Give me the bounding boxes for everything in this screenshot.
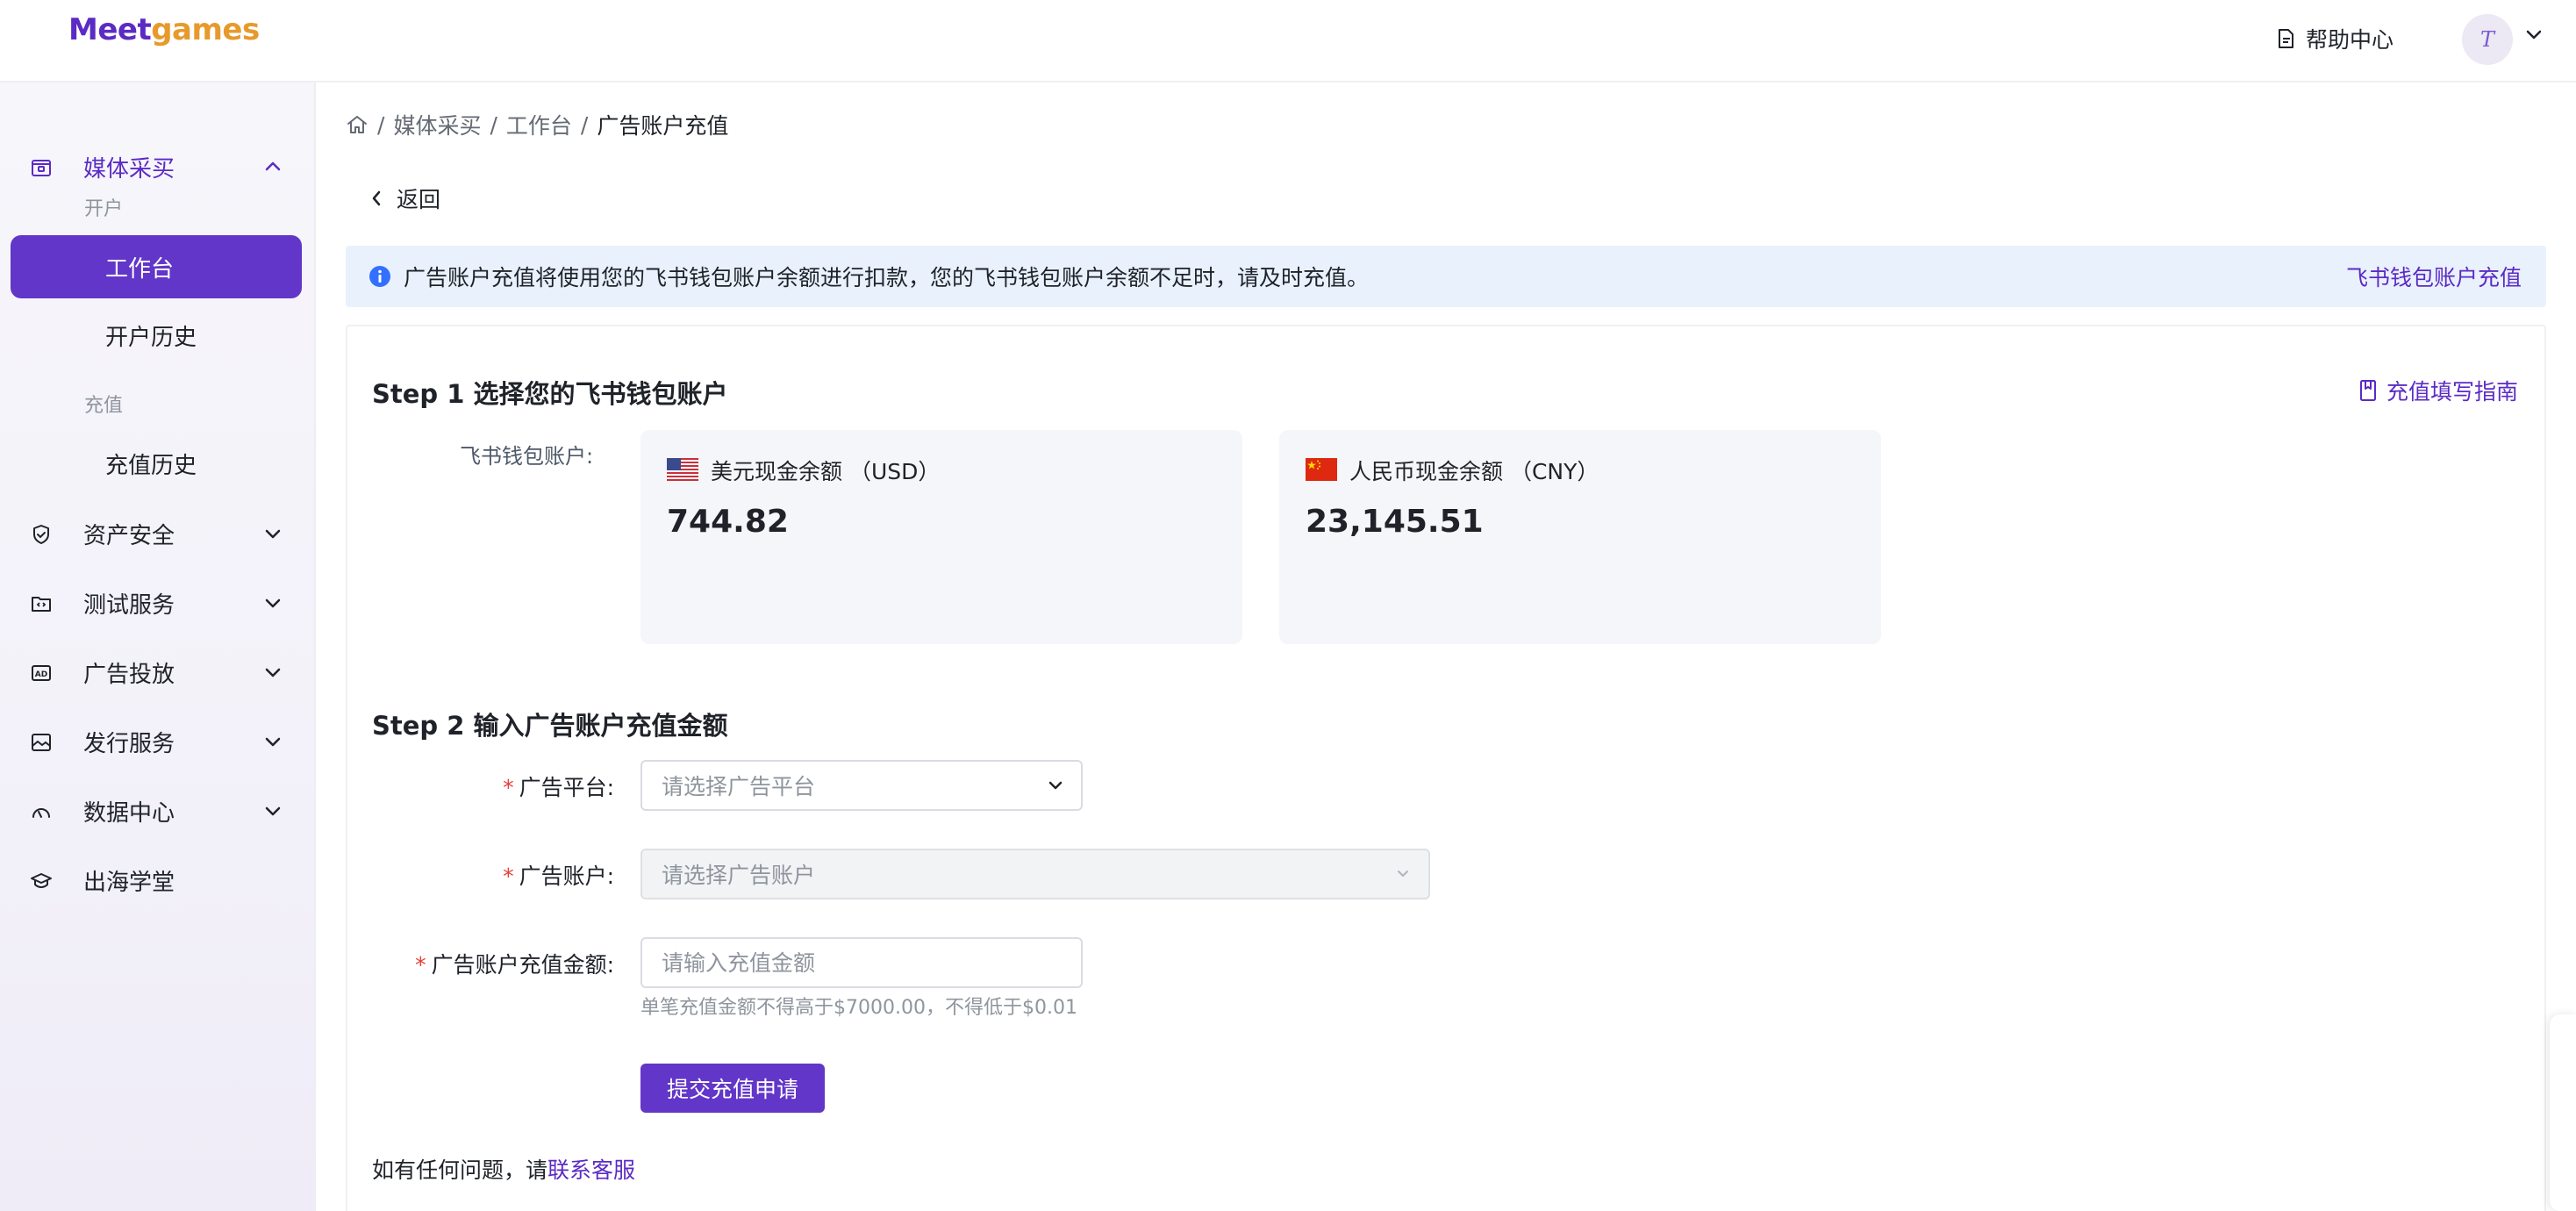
sidebar-item-label: 测试服务 — [83, 591, 175, 619]
sidebar-item-label: 充值历史 — [105, 452, 197, 479]
ad-account-label: * 广告账户: — [351, 859, 614, 891]
ad-platform-label-text: 广告平台: — [519, 775, 614, 800]
breadcrumb-separator: / — [580, 111, 589, 138]
breadcrumb-item-media-buying[interactable]: 媒体采买 — [393, 109, 481, 140]
usd-balance-value: 744.82 — [667, 504, 789, 540]
help-center-link[interactable]: 帮助中心 — [2276, 21, 2394, 56]
sidebar-item-workbench[interactable]: 工作台 — [11, 235, 302, 298]
chevron-down-icon — [1395, 868, 1411, 880]
ad-account-placeholder: 请选择广告账户 — [662, 863, 816, 888]
sidebar-item-test-service[interactable]: 测试服务 — [0, 577, 316, 629]
usd-balance-name: 美元现金余额 （USD） — [711, 459, 941, 484]
shield-icon — [30, 523, 53, 546]
back-button[interactable]: 返回 — [370, 181, 440, 216]
image-frame-icon — [30, 731, 53, 754]
logo-text-part2: games — [151, 12, 260, 47]
home-icon[interactable] — [346, 114, 369, 135]
required-mark: * — [503, 775, 514, 800]
us-flag-icon — [667, 458, 698, 481]
sidebar-item-media-buying[interactable]: 媒体采买 — [0, 140, 316, 193]
notice-text: 广告账户充值将使用您的飞书钱包账户余额进行扣款，您的飞书钱包账户余额不足时，请及… — [404, 265, 1370, 290]
sidebar-item-label: 开户历史 — [105, 324, 197, 351]
ad-account-label-text: 广告账户: — [519, 863, 614, 889]
sidebar-item-publish-service[interactable]: 发行服务 — [0, 715, 316, 768]
avatar[interactable]: T — [2462, 14, 2513, 65]
folder-code-icon — [30, 592, 53, 615]
recharge-guide-label: 充值填写指南 — [2386, 379, 2519, 405]
recharge-amount-input[interactable] — [640, 937, 1083, 988]
cny-balance-name: 人民币现金余额 （CNY） — [1349, 459, 1599, 484]
usd-balance-card[interactable]: 美元现金余额 （USD） 744.82 — [640, 430, 1242, 644]
ad-platform-placeholder: 请选择广告平台 — [662, 774, 816, 799]
sidebar-item-label: 发行服务 — [83, 730, 175, 757]
submit-label: 提交充值申请 — [666, 1077, 798, 1102]
sidebar-item-label: 数据中心 — [83, 799, 175, 827]
contact-note-prefix: 如有任何问题，请 — [372, 1157, 548, 1183]
bookmark-icon — [2358, 379, 2378, 402]
back-label: 返回 — [397, 187, 441, 212]
sidebar-item-academy[interactable]: 出海学堂 — [0, 854, 316, 906]
chevron-down-icon[interactable] — [2525, 29, 2543, 41]
menu-group-open-account: 开户 — [84, 198, 124, 220]
sidebar-item-open-history[interactable]: 开户历史 — [11, 304, 302, 367]
breadcrumb-item-workbench[interactable]: 工作台 — [506, 109, 572, 140]
document-icon — [2276, 28, 2295, 49]
breadcrumb-separator: / — [377, 111, 385, 138]
sidebar-item-label: 媒体采买 — [83, 155, 175, 183]
gauge-icon — [30, 800, 53, 823]
avatar-letter: T — [2479, 27, 2494, 52]
media-cart-icon — [30, 156, 53, 179]
sidebar-item-recharge-history[interactable]: 充值历史 — [11, 432, 302, 495]
logo[interactable]: Meet games — [68, 12, 260, 47]
chevron-down-icon — [263, 804, 283, 818]
recharge-amount-label-text: 广告账户充值金额: — [431, 952, 614, 978]
step2-title: Step 2 输入广告账户充值金额 — [372, 711, 728, 741]
sidebar-item-ad-delivery[interactable]: AD 广告投放 — [0, 646, 316, 699]
recharge-guide-link[interactable]: 充值填写指南 — [2358, 376, 2518, 405]
recharge-amount-label: * 广告账户充值金额: — [351, 948, 614, 979]
breadcrumb-item-current: 广告账户充值 — [597, 113, 729, 139]
top-header: Meet games 帮助中心 T — [0, 0, 2576, 82]
submit-recharge-button[interactable]: 提交充值申请 — [640, 1064, 825, 1113]
info-circle-icon — [369, 265, 391, 288]
wallet-recharge-link[interactable]: 飞书钱包账户充值 — [2346, 261, 2522, 292]
sidebar-item-data-center[interactable]: 数据中心 — [0, 785, 316, 837]
sidebar-item-label: 工作台 — [105, 255, 175, 283]
ad-icon: AD — [30, 662, 53, 684]
chevron-down-icon — [263, 596, 283, 610]
info-notice-banner: 广告账户充值将使用您的飞书钱包账户余额进行扣款，您的飞书钱包账户余额不足时，请及… — [346, 246, 2546, 307]
graduation-cap-icon — [30, 870, 53, 892]
floating-toolbar[interactable] — [2550, 1014, 2576, 1211]
contact-note: 如有任何问题，请 联系客服 — [372, 1153, 635, 1185]
chevron-down-icon — [263, 734, 283, 749]
logo-text-part1: Meet — [68, 12, 152, 47]
wallet-account-label: 飞书钱包账户: — [460, 444, 594, 469]
sidebar-item-label: 资产安全 — [83, 522, 175, 549]
sidebar: 媒体采买 开户 工作台 开户历史 充值 充值历史 资产安全 测试服务 AD 广告… — [0, 82, 316, 1211]
chevron-left-icon — [370, 189, 383, 208]
cny-balance-value: 23,145.51 — [1306, 504, 1484, 540]
ad-platform-select[interactable]: 请选择广告平台 — [640, 760, 1083, 811]
chevron-down-icon — [263, 665, 283, 679]
menu-group-recharge: 充值 — [84, 395, 124, 417]
chevron-up-icon — [263, 160, 283, 174]
contact-support-link[interactable]: 联系客服 — [547, 1153, 635, 1185]
cny-balance-card[interactable]: 人民币现金余额 （CNY） 23,145.51 — [1279, 430, 1881, 644]
step1-title: Step 1 选择您的飞书钱包账户 — [372, 379, 728, 409]
sidebar-item-label: 出海学堂 — [83, 869, 175, 896]
svg-text:AD: AD — [35, 670, 47, 679]
sidebar-item-label: 广告投放 — [83, 661, 175, 688]
required-mark: * — [415, 952, 426, 978]
help-center-label: 帮助中心 — [2306, 27, 2394, 53]
ad-account-select[interactable]: 请选择广告账户 — [640, 849, 1430, 899]
sidebar-item-asset-security[interactable]: 资产安全 — [0, 507, 316, 560]
recharge-amount-hint: 单笔充值金额不得高于$7000.00，不得低于$0.01 — [640, 997, 1077, 1019]
cn-flag-icon — [1306, 458, 1337, 481]
breadcrumb: / 媒体采买 / 工作台 / 广告账户充值 — [346, 107, 728, 142]
breadcrumb-separator: / — [490, 111, 497, 138]
chevron-down-icon — [263, 527, 283, 541]
chevron-down-icon — [1048, 779, 1063, 792]
ad-platform-label: * 广告平台: — [351, 770, 614, 802]
required-mark: * — [503, 863, 514, 889]
